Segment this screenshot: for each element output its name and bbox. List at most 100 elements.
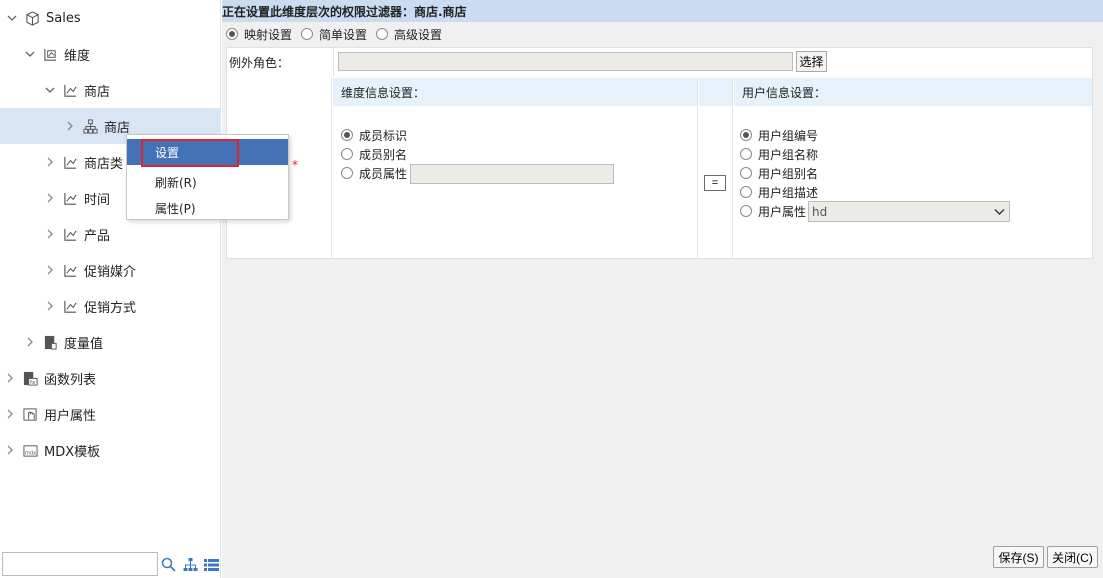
dimension-tree: Sales 维度 商店 商店 商店类 时间 产品 促销媒介 促销方式 度量值 f…	[0, 0, 221, 578]
user-option-group-desc[interactable]: 用户组描述	[740, 183, 818, 201]
tree-node-measures[interactable]: 度量值	[0, 324, 221, 360]
tree-node-product[interactable]: 产品	[0, 216, 221, 252]
hierarchy-icon	[62, 262, 78, 278]
tree-node-label: 促销方式	[84, 300, 137, 316]
tree-node-label: Sales	[46, 10, 81, 26]
user-option-group-id[interactable]: 用户组编号	[740, 126, 818, 144]
user-option-user-attr[interactable]: 用户属性	[740, 202, 806, 220]
required-marker: *	[292, 158, 298, 172]
measure-icon	[42, 334, 58, 350]
chevron-right-icon[interactable]	[64, 120, 76, 132]
user-info-column: 用户信息设置： 用户组编号 用户组名称 用户组别名 用户组描述 用户属性 hd	[734, 78, 1092, 258]
radio-icon[interactable]	[740, 186, 752, 198]
radio-checked-icon[interactable]	[226, 28, 238, 40]
user-option-group-alias[interactable]: 用户组别名	[740, 164, 818, 182]
except-role-input[interactable]	[338, 52, 793, 71]
dim-option-member-attr[interactable]: 成员属性	[341, 164, 407, 182]
mapping-form: 例外角色： 选择 维度信息设置： 成员标识 成员别名 成员属性 = 用户信息设置…	[226, 47, 1093, 259]
radio-icon[interactable]	[301, 28, 314, 40]
user-info-header: 用户信息设置：	[734, 78, 1092, 106]
close-button[interactable]: 关闭(C)	[1047, 546, 1098, 568]
chevron-right-icon[interactable]	[4, 444, 16, 456]
tree-node-functions[interactable]: fx 函数列表	[0, 360, 221, 396]
chevron-right-icon[interactable]	[4, 372, 16, 384]
save-button[interactable]: 保存(S)	[993, 546, 1044, 568]
function-icon: fx	[22, 370, 38, 386]
chevron-down-icon[interactable]	[44, 84, 56, 96]
chevron-down-icon[interactable]	[6, 12, 18, 24]
tree-node-label: 度量值	[64, 336, 104, 352]
search-icon[interactable]	[160, 556, 176, 572]
tree-node-label: 维度	[64, 48, 91, 64]
dimension-info-column: 维度信息设置： 成员标识 成员别名 成员属性	[333, 78, 698, 258]
chevron-right-icon[interactable]	[44, 228, 56, 240]
dimension-icon	[42, 46, 58, 62]
context-menu: 设置 刷新(R) 属性(P)	[126, 134, 289, 220]
equals-column: =	[699, 78, 733, 258]
tree-node-label: 商店	[104, 120, 131, 136]
radio-icon[interactable]	[740, 205, 752, 217]
tree-node-label: 用户属性	[44, 408, 97, 424]
mode-advanced-radio[interactable]: 高级设置	[376, 26, 442, 43]
cube-icon	[24, 10, 40, 26]
chevron-right-icon[interactable]	[24, 336, 36, 348]
hierarchy-icon	[62, 154, 78, 170]
tree-view-icon[interactable]	[182, 556, 198, 572]
dim-option-member-alias[interactable]: 成员别名	[341, 145, 407, 163]
dim-option-member-id[interactable]: 成员标识	[341, 126, 407, 144]
chevron-right-icon[interactable]	[44, 156, 56, 168]
mode-mapping-radio[interactable]: 映射设置	[226, 26, 292, 43]
member-attr-input[interactable]	[410, 164, 614, 184]
menu-item-properties[interactable]: 属性(P)	[127, 195, 288, 221]
tree-node-dimension[interactable]: 维度	[0, 36, 221, 72]
radio-icon[interactable]	[740, 167, 752, 179]
chevron-right-icon[interactable]	[4, 408, 16, 420]
tree-node-promo-media[interactable]: 促销媒介	[0, 252, 221, 288]
chevron-right-icon[interactable]	[44, 192, 56, 204]
hierarchy-icon	[62, 226, 78, 242]
tree-node-sales[interactable]: Sales	[0, 0, 221, 36]
tree-search-input[interactable]	[2, 552, 158, 576]
radio-checked-icon[interactable]	[740, 129, 752, 141]
menu-item-refresh[interactable]: 刷新(R)	[127, 169, 288, 195]
divider	[333, 48, 334, 76]
svg-text:fx: fx	[30, 380, 36, 386]
tree-node-label: 商店类	[84, 156, 124, 172]
tree-node-label: 函数列表	[44, 372, 97, 388]
chevron-down-icon[interactable]	[24, 48, 36, 60]
mode-selector: 映射设置 简单设置 高级设置	[226, 25, 451, 43]
list-view-icon[interactable]	[203, 556, 219, 572]
tree-node-promo-method[interactable]: 促销方式	[0, 288, 221, 324]
tree-node-store-hierarchy[interactable]: 商店	[0, 72, 221, 108]
hierarchy-icon	[62, 298, 78, 314]
tree-node-label: 商店	[84, 84, 111, 100]
svg-text:mdx: mdx	[24, 450, 35, 456]
chevron-right-icon[interactable]	[44, 300, 56, 312]
radio-icon[interactable]	[341, 148, 353, 160]
tree-node-label: 时间	[84, 192, 111, 208]
radio-icon[interactable]	[740, 148, 752, 160]
tree-node-mdx-templates[interactable]: mdx MDX模板	[0, 432, 221, 468]
tree-node-user-attributes[interactable]: 用户属性	[0, 396, 221, 432]
hierarchy-icon	[62, 190, 78, 206]
radio-icon[interactable]	[341, 167, 353, 179]
hierarchy-icon	[62, 82, 78, 98]
tree-node-label: 促销媒介	[84, 264, 137, 280]
filter-settings-panel: 正在设置此维度层次的权限过滤器：商店.商店 映射设置 简单设置 高级设置 例外角…	[222, 0, 1103, 578]
user-attr-select[interactable]: hd	[808, 201, 1010, 222]
org-tree-icon	[82, 118, 98, 134]
radio-checked-icon[interactable]	[341, 129, 353, 141]
equals-button[interactable]: =	[704, 175, 726, 191]
chevron-down-icon[interactable]	[992, 205, 1006, 219]
radio-icon[interactable]	[376, 28, 389, 40]
user-attr-icon	[22, 406, 38, 422]
choose-button[interactable]: 选择	[796, 51, 827, 72]
mdx-icon: mdx	[22, 442, 38, 458]
highlight-box	[141, 139, 239, 167]
chevron-right-icon[interactable]	[44, 264, 56, 276]
mode-simple-radio[interactable]: 简单设置	[301, 26, 367, 43]
except-role-label: 例外角色：	[229, 56, 290, 70]
user-option-group-name[interactable]: 用户组名称	[740, 145, 818, 163]
page-title: 正在设置此维度层次的权限过滤器：商店.商店	[222, 0, 1103, 22]
tree-node-label: MDX模板	[44, 444, 101, 460]
